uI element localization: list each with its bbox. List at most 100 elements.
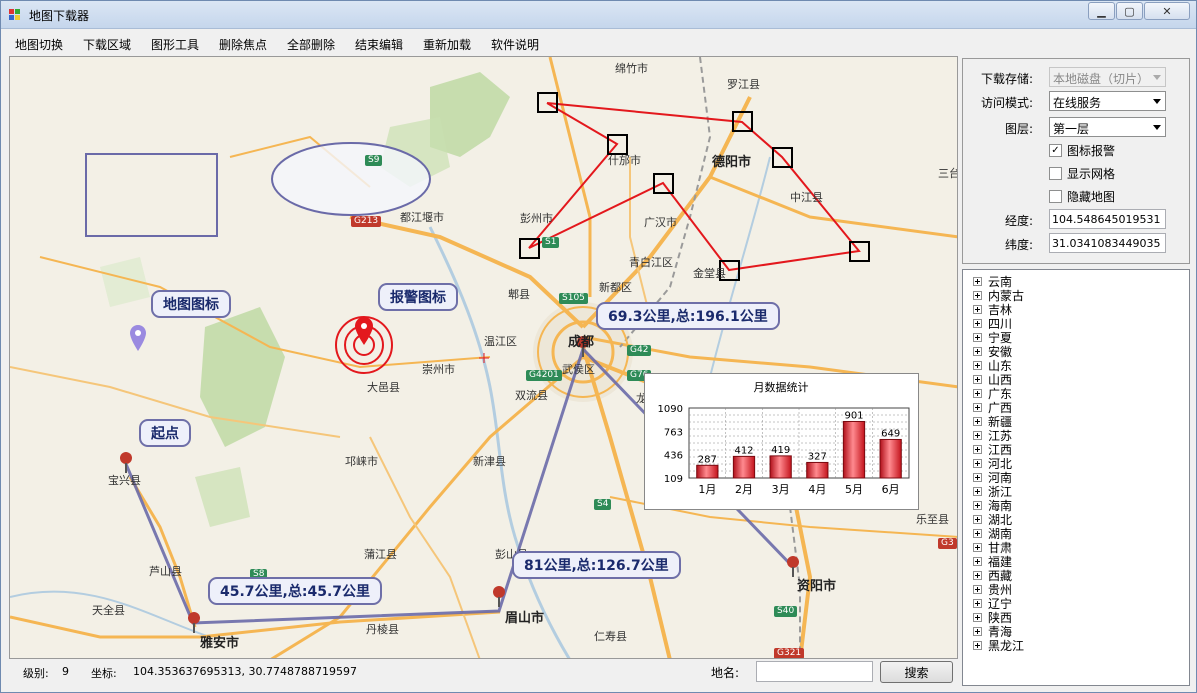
callout-distance-2[interactable]: 81公里,总:126.7公里 <box>512 551 681 579</box>
menu-download-area[interactable]: 下载区域 <box>83 36 131 53</box>
chart-value-label: 419 <box>771 445 790 456</box>
expand-plus-icon[interactable] <box>973 486 982 496</box>
expand-plus-icon[interactable] <box>973 626 982 636</box>
place-label: 武侯区 <box>562 363 595 376</box>
callout-distance-3[interactable]: 69.3公里,总:196.1公里 <box>596 302 780 330</box>
expand-plus-icon[interactable] <box>973 472 982 482</box>
grid-checkbox[interactable]: 显示网格 <box>1049 165 1115 182</box>
chart-category-label: 2月 <box>735 483 753 496</box>
callout-map-icon[interactable]: 地图图标 <box>151 290 231 318</box>
expand-plus-icon[interactable] <box>973 388 982 398</box>
alarm-checkbox[interactable]: ✓ 图标报警 <box>1049 142 1115 159</box>
storage-select: 本地磁盘（切片） <box>1049 67 1166 87</box>
expand-plus-icon[interactable] <box>973 514 982 524</box>
expand-plus-icon[interactable] <box>973 416 982 426</box>
menu-shape-tools[interactable]: 图形工具 <box>151 36 199 53</box>
expand-plus-icon[interactable] <box>973 444 982 454</box>
menu-reload[interactable]: 重新加载 <box>423 36 471 53</box>
chart-ytick-label: 1090 <box>658 404 683 415</box>
map-pin-icon[interactable] <box>130 325 146 353</box>
chart-bar <box>806 461 829 479</box>
road-shield: G42 <box>627 345 652 356</box>
road-shield: S1 <box>542 237 560 248</box>
coord-label: 坐标: <box>91 667 117 680</box>
expand-plus-icon[interactable] <box>973 332 982 342</box>
expand-plus-icon[interactable] <box>973 542 982 552</box>
place-label: 崇州市 <box>422 363 455 376</box>
expand-plus-icon[interactable] <box>973 500 982 510</box>
chart-ytick-label: 763 <box>664 427 683 438</box>
longitude-field[interactable]: 104.548645019531 <box>1049 209 1166 229</box>
alarm-pin-icon[interactable] <box>355 317 373 347</box>
expand-plus-icon[interactable] <box>973 598 982 608</box>
menu-map-switch[interactable]: 地图切换 <box>15 36 63 53</box>
chart-bar <box>842 420 866 479</box>
callout-distance-1[interactable]: 45.7公里,总:45.7公里 <box>208 577 383 605</box>
expand-plus-icon[interactable] <box>973 584 982 594</box>
callout-alarm-icon[interactable]: 报警图标 <box>378 283 458 311</box>
menu-help[interactable]: 软件说明 <box>491 36 539 53</box>
place-label: 眉山市 <box>505 611 545 626</box>
app-icon <box>9 9 21 20</box>
tree-node-province[interactable]: 黑龙江 <box>973 638 1025 653</box>
storage-value: 本地磁盘（切片） <box>1053 72 1150 86</box>
place-label: 三台 <box>938 167 958 180</box>
checkbox-unchecked-icon <box>1049 167 1062 180</box>
expand-plus-icon[interactable] <box>973 640 982 650</box>
alarm-checkbox-label: 图标报警 <box>1067 144 1116 158</box>
menu-end-edit[interactable]: 结束编辑 <box>355 36 403 53</box>
chevron-down-icon <box>1153 75 1161 80</box>
layer-label: 图层: <box>1004 122 1033 136</box>
chart-bar <box>696 464 719 479</box>
menu-delete-all[interactable]: 全部删除 <box>287 36 335 53</box>
latitude-field[interactable]: 31.0341083449035 <box>1049 233 1166 253</box>
maximize-button[interactable]: ▢ <box>1116 2 1143 20</box>
hide-map-checkbox-label: 隐藏地图 <box>1067 190 1116 204</box>
place-label: 金堂县 <box>693 267 726 280</box>
expand-plus-icon[interactable] <box>973 276 982 286</box>
chevron-down-icon <box>1153 125 1161 130</box>
chart-category-label: 6月 <box>882 483 900 496</box>
place-label: 青白江区 <box>629 256 673 269</box>
close-button[interactable]: ✕ <box>1144 2 1190 20</box>
window-title: 地图下载器 <box>29 9 90 23</box>
expand-plus-icon[interactable] <box>973 346 982 356</box>
tree-node-label: 黑龙江 <box>988 638 1025 653</box>
place-label: 蒲江县 <box>364 548 397 561</box>
checkbox-checked-icon: ✓ <box>1049 144 1062 157</box>
search-button[interactable]: 搜索 <box>880 661 953 683</box>
road-shield: G213 <box>351 216 382 227</box>
place-label: 乐至县 <box>916 513 949 526</box>
expand-plus-icon[interactable] <box>973 402 982 412</box>
waypoint-pin-icon[interactable] <box>491 585 507 609</box>
status-bar: 级别: 9 坐标: 104.353637695313, 30.774878871… <box>9 659 958 685</box>
map-canvas[interactable]: 绵竹市 罗江县 什邡市 德阳市 中江县 三台 都江堰市 彭州市 广汉市 青白江区… <box>9 56 958 659</box>
layer-select[interactable]: 第一层 <box>1049 117 1166 137</box>
expand-plus-icon[interactable] <box>973 304 982 314</box>
province-tree[interactable]: 云南 内蒙古 吉林 四川 宁夏 安徽 山东 山西 广东 广西 新疆 江苏 江西 河北 河南 浙江 海南 湖北 湖南甘… <box>962 269 1190 686</box>
place-label: 彭州市 <box>520 212 553 225</box>
chart-value-label: 412 <box>734 445 753 456</box>
expand-plus-icon[interactable] <box>973 458 982 468</box>
expand-plus-icon[interactable] <box>973 612 982 622</box>
expand-plus-icon[interactable] <box>973 318 982 328</box>
place-label: 新津县 <box>473 455 506 468</box>
access-mode-select[interactable]: 在线服务 <box>1049 91 1166 111</box>
expand-plus-icon[interactable] <box>973 430 982 440</box>
place-search-input[interactable] <box>756 661 873 682</box>
place-label: 丹棱县 <box>366 623 399 636</box>
expand-plus-icon[interactable] <box>973 360 982 370</box>
monthly-chart[interactable]: 月数据统计 1090 763 436 109 287 1月 412 2月 419 3月 327 4月 90… <box>644 373 919 510</box>
minimize-button[interactable]: ▁ <box>1088 2 1115 20</box>
chart-bar <box>769 455 792 479</box>
expand-plus-icon[interactable] <box>973 290 982 300</box>
expand-plus-icon[interactable] <box>973 556 982 566</box>
expand-plus-icon[interactable] <box>973 374 982 384</box>
callout-start[interactable]: 起点 <box>139 419 191 447</box>
chart-bar <box>879 438 902 479</box>
menu-delete-focus[interactable]: 删除焦点 <box>219 36 267 53</box>
title-bar[interactable]: 地图下载器 ▁ ▢ ✕ <box>1 1 1196 29</box>
expand-plus-icon[interactable] <box>973 570 982 580</box>
expand-plus-icon[interactable] <box>973 528 982 538</box>
hide-map-checkbox[interactable]: 隐藏地图 <box>1049 188 1115 205</box>
